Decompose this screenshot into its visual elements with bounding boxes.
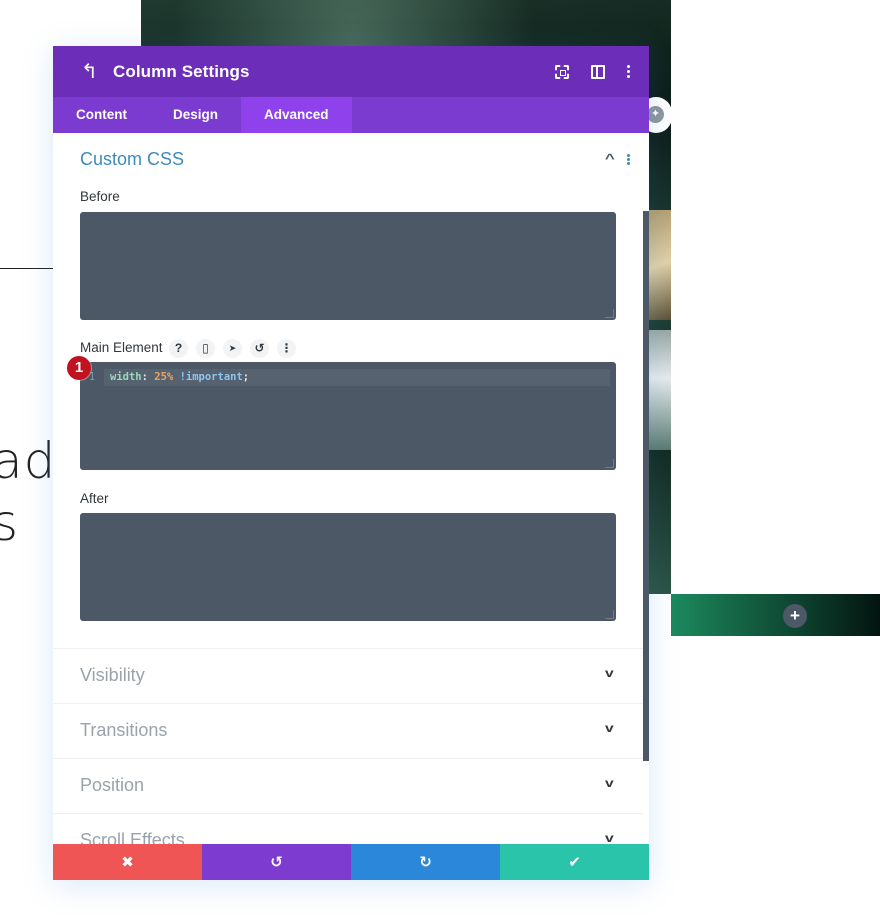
- more-vertical-icon[interactable]: [627, 65, 631, 78]
- custom-css-section-header[interactable]: Custom CSS ^: [53, 133, 649, 185]
- reset-icon[interactable]: ↺: [250, 339, 269, 358]
- section-transitions[interactable]: Transitions v: [53, 703, 643, 758]
- code-line: 1 width: 25% !important;: [80, 369, 610, 386]
- modal-title: Column Settings: [113, 61, 250, 81]
- chevron-up-icon[interactable]: ^: [605, 151, 615, 166]
- tab-advanced[interactable]: Advanced: [241, 97, 352, 133]
- modal-header: ↰ Column Settings: [53, 46, 649, 97]
- code-text: width: 25% !important;: [104, 369, 610, 386]
- expand-icon[interactable]: [555, 64, 569, 79]
- chevron-down-icon[interactable]: v: [605, 721, 614, 735]
- heading-fragment: s: [0, 494, 20, 552]
- scrollbar[interactable]: [643, 211, 649, 761]
- css-value: 25%: [154, 371, 174, 383]
- chevron-down-icon[interactable]: v: [605, 776, 614, 790]
- section-title: Transitions: [80, 720, 168, 740]
- css-property: width: [110, 371, 142, 383]
- page-canvas: ad s + ✦ ↰ Column Settings Content Desig…: [0, 0, 880, 920]
- field-tools: ? ▯ ➤ ↺ ⋮: [169, 339, 296, 358]
- chevron-down-icon[interactable]: v: [605, 666, 614, 680]
- css-semicolon: ;: [242, 371, 250, 383]
- after-label: After: [80, 491, 109, 506]
- undo-button[interactable]: ↺: [202, 844, 351, 880]
- after-css-input[interactable]: [80, 513, 616, 621]
- more-vertical-icon[interactable]: ⋮: [277, 339, 296, 358]
- section-title: Custom CSS: [80, 149, 185, 169]
- image-detail: [649, 330, 671, 450]
- step-number-badge: 1: [67, 356, 91, 380]
- column-settings-modal: ↰ Column Settings Content Design Advance…: [53, 46, 649, 880]
- save-button[interactable]: ✔: [500, 844, 649, 880]
- cancel-button[interactable]: ✖: [53, 844, 202, 880]
- settings-tabs: Content Design Advanced: [53, 97, 649, 133]
- css-colon: :: [141, 371, 148, 383]
- section-title: Visibility: [80, 665, 145, 685]
- section-visibility[interactable]: Visibility v: [53, 648, 643, 703]
- section-bar: [671, 594, 880, 636]
- mobile-icon[interactable]: ▯: [196, 339, 215, 358]
- main-element-label: Main Element: [80, 340, 163, 355]
- chevron-down-icon[interactable]: v: [605, 831, 614, 845]
- check-icon: ✔: [568, 854, 581, 871]
- tab-content[interactable]: Content: [53, 97, 150, 133]
- heading-fragment: ad: [0, 432, 57, 490]
- before-css-input[interactable]: [80, 212, 616, 320]
- image-detail: [649, 210, 671, 320]
- section-title: Position: [80, 775, 145, 795]
- header-actions: [555, 46, 631, 97]
- cursor-icon[interactable]: ➤: [223, 339, 242, 358]
- modal-footer: ✖ ↺ ↻ ✔: [53, 844, 649, 880]
- section-position[interactable]: Position v: [53, 758, 643, 813]
- plus-icon: +: [790, 606, 800, 625]
- back-arrow-icon[interactable]: ↰: [81, 62, 103, 82]
- tab-design[interactable]: Design: [150, 97, 241, 133]
- settings-content: Custom CSS ^ Before Main Element ? ▯ ➤ ↺…: [53, 133, 649, 850]
- help-icon[interactable]: ?: [169, 339, 188, 358]
- close-icon: ✖: [121, 854, 134, 871]
- css-important: !important: [179, 371, 243, 383]
- before-label: Before: [80, 189, 120, 204]
- add-row-button[interactable]: +: [783, 604, 807, 628]
- more-vertical-icon[interactable]: [627, 154, 630, 165]
- split-view-icon[interactable]: [591, 64, 605, 79]
- globe-icon: ✦: [647, 106, 664, 123]
- main-element-css-editor[interactable]: 1 width: 25% !important;: [80, 362, 616, 470]
- background-heading: ad s: [0, 430, 56, 554]
- redo-button[interactable]: ↻: [351, 844, 500, 880]
- divider-line: [0, 268, 53, 269]
- redo-icon: ↻: [419, 854, 432, 871]
- undo-icon: ↺: [270, 854, 283, 871]
